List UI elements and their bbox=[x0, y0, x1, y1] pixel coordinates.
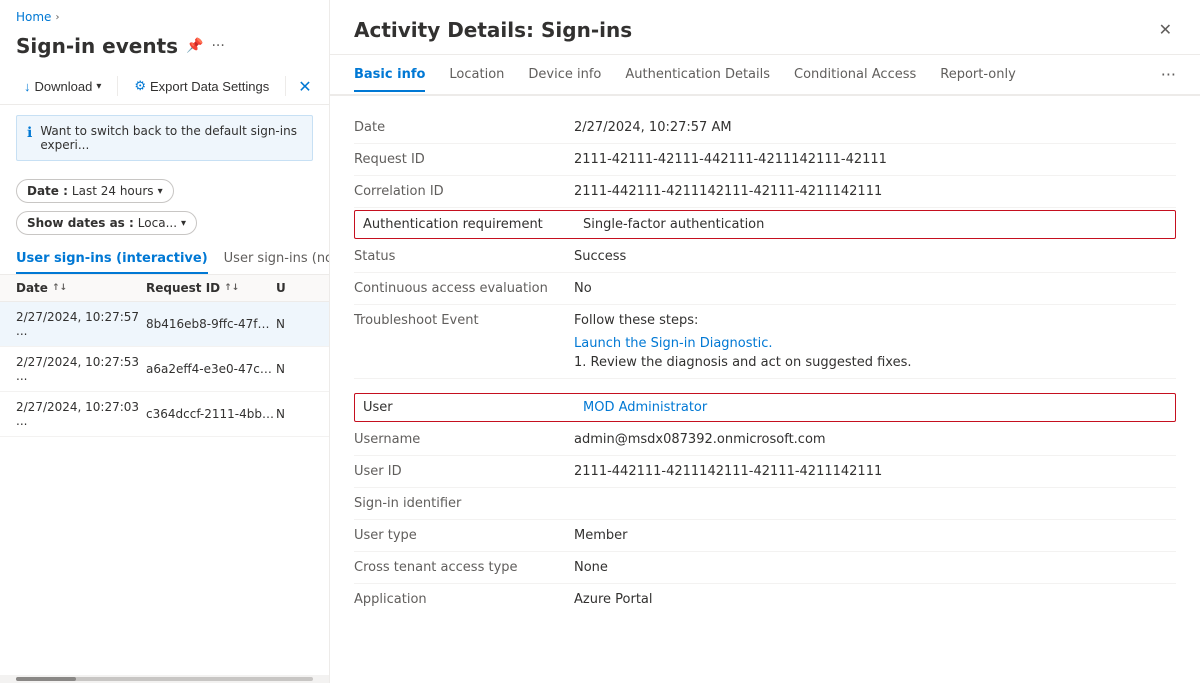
field-troubleshoot: Troubleshoot Event Follow these steps: L… bbox=[354, 305, 1176, 379]
section-spacer bbox=[354, 379, 1176, 391]
field-auth-requirement: Authentication requirement Single-factor… bbox=[354, 210, 1176, 239]
field-status: Status Success bbox=[354, 241, 1176, 273]
sort-date-icon: ↑↓ bbox=[52, 283, 67, 293]
row-user: N bbox=[276, 317, 313, 331]
field-user: User MOD Administrator bbox=[354, 393, 1176, 422]
scrollbar-thumb bbox=[16, 677, 76, 681]
col-header-reqid[interactable]: Request ID ↑↓ bbox=[146, 281, 276, 295]
field-date: Date 2/27/2024, 10:27:57 AM bbox=[354, 112, 1176, 144]
toolbar-divider bbox=[117, 76, 118, 96]
breadcrumb-chevron: › bbox=[55, 12, 59, 23]
download-button[interactable]: ↓ Download ▾ bbox=[16, 75, 109, 98]
row-date: 2/27/2024, 10:27:03 ... bbox=[16, 400, 146, 428]
pin-icon[interactable]: 📌 bbox=[186, 38, 203, 54]
row-reqid: a6a2eff4-e3e0-47ca-... bbox=[146, 362, 276, 376]
troubleshoot-note: 1. Review the diagnosis and act on sugge… bbox=[574, 355, 1176, 370]
launch-diagnostic-link[interactable]: Launch the Sign-in Diagnostic. bbox=[574, 336, 1176, 351]
toolbar: ↓ Download ▾ ⚙ Export Data Settings ✕ bbox=[0, 68, 329, 105]
table-row[interactable]: 2/27/2024, 10:27:53 ... a6a2eff4-e3e0-47… bbox=[0, 347, 329, 392]
scrollbar[interactable] bbox=[0, 675, 329, 683]
gear-icon: ⚙ bbox=[134, 78, 146, 94]
table-row[interactable]: 2/27/2024, 10:27:57 ... 8b416eb8-9ffc-47… bbox=[0, 302, 329, 347]
detail-tabs: Basic info Location Device info Authenti… bbox=[330, 55, 1200, 96]
sign-in-tabs: User sign-ins (interactive) User sign-in… bbox=[0, 243, 329, 275]
left-panel: Home › Sign-in events 📌 ··· ↓ Download ▾… bbox=[0, 0, 330, 683]
tab-location[interactable]: Location bbox=[449, 57, 504, 92]
tab-authentication-details[interactable]: Authentication Details bbox=[625, 57, 770, 92]
tab-conditional-access[interactable]: Conditional Access bbox=[794, 57, 916, 92]
detail-close-button[interactable]: ✕ bbox=[1155, 16, 1176, 44]
toolbar-close-icon[interactable]: ✕ bbox=[298, 77, 311, 96]
field-application: Application Azure Portal bbox=[354, 584, 1176, 615]
col-header-user: U bbox=[276, 281, 313, 295]
row-reqid: c364dccf-2111-4bbd-... bbox=[146, 407, 276, 421]
scrollbar-track bbox=[16, 677, 313, 681]
date-filter-chip[interactable]: Date : Last 24 hours ▾ bbox=[16, 179, 174, 203]
filter-chevron-icon-2: ▾ bbox=[181, 218, 186, 229]
col-header-date[interactable]: Date ↑↓ bbox=[16, 281, 146, 295]
field-correlation-id: Correlation ID 2111-442111-4211142111-42… bbox=[354, 176, 1176, 208]
toolbar-divider-2 bbox=[285, 76, 286, 96]
row-date: 2/27/2024, 10:27:53 ... bbox=[16, 355, 146, 383]
info-icon: ℹ bbox=[27, 125, 32, 141]
filter-chevron-icon: ▾ bbox=[158, 186, 163, 197]
table-header: Date ↑↓ Request ID ↑↓ U bbox=[0, 275, 329, 302]
field-signin-identifier: Sign-in identifier bbox=[354, 488, 1176, 520]
row-date: 2/27/2024, 10:27:57 ... bbox=[16, 310, 146, 338]
info-banner: ℹ Want to switch back to the default sig… bbox=[16, 115, 313, 161]
field-request-id: Request ID 2111-42111-42111-442111-42111… bbox=[354, 144, 1176, 176]
field-user-id: User ID 2111-442111-4211142111-42111-421… bbox=[354, 456, 1176, 488]
breadcrumb: Home › bbox=[0, 0, 329, 30]
tab-basic-info[interactable]: Basic info bbox=[354, 57, 425, 92]
table-body: 2/27/2024, 10:27:57 ... 8b416eb8-9ffc-47… bbox=[0, 302, 329, 675]
field-user-type: User type Member bbox=[354, 520, 1176, 552]
troubleshoot-steps: Follow these steps: bbox=[574, 313, 1176, 328]
row-reqid: 8b416eb8-9ffc-47f4-... bbox=[146, 317, 276, 331]
panel-title: Sign-in events bbox=[16, 34, 178, 58]
breadcrumb-home[interactable]: Home bbox=[16, 10, 51, 24]
field-username: Username admin@msdx087392.onmicrosoft.co… bbox=[354, 424, 1176, 456]
tab-interactive[interactable]: User sign-ins (interactive) bbox=[16, 243, 208, 274]
filters-row: Date : Last 24 hours ▾ Show dates as : L… bbox=[0, 171, 329, 243]
info-banner-text: Want to switch back to the default sign-… bbox=[40, 124, 302, 152]
detail-header: Activity Details: Sign-ins ✕ bbox=[330, 0, 1200, 55]
table-row[interactable]: 2/27/2024, 10:27:03 ... c364dccf-2111-4b… bbox=[0, 392, 329, 437]
export-settings-button[interactable]: ⚙ Export Data Settings bbox=[126, 74, 277, 98]
panel-title-row: Sign-in events 📌 ··· bbox=[0, 30, 329, 68]
row-user: N bbox=[276, 362, 313, 376]
field-cross-tenant: Cross tenant access type None bbox=[354, 552, 1176, 584]
panel-more-icon[interactable]: ··· bbox=[211, 38, 224, 54]
date-format-filter-chip[interactable]: Show dates as : Loca... ▾ bbox=[16, 211, 197, 235]
detail-title: Activity Details: Sign-ins bbox=[354, 18, 632, 42]
tab-report-only[interactable]: Report-only bbox=[940, 57, 1016, 92]
download-icon: ↓ bbox=[24, 79, 31, 94]
row-user: N bbox=[276, 407, 313, 421]
download-chevron-icon: ▾ bbox=[96, 81, 101, 92]
field-continuous-access: Continuous access evaluation No bbox=[354, 273, 1176, 305]
detail-content: Date 2/27/2024, 10:27:57 AM Request ID 2… bbox=[330, 96, 1200, 683]
tab-more-button[interactable]: ··· bbox=[1161, 55, 1176, 94]
sort-reqid-icon: ↑↓ bbox=[224, 283, 239, 293]
user-link[interactable]: MOD Administrator bbox=[583, 400, 707, 415]
troubleshoot-cell: Follow these steps: Launch the Sign-in D… bbox=[574, 313, 1176, 370]
tab-non-interactive[interactable]: User sign-ins (non... bbox=[224, 243, 330, 274]
detail-panel: Activity Details: Sign-ins ✕ Basic info … bbox=[330, 0, 1200, 683]
tab-device-info[interactable]: Device info bbox=[528, 57, 601, 92]
